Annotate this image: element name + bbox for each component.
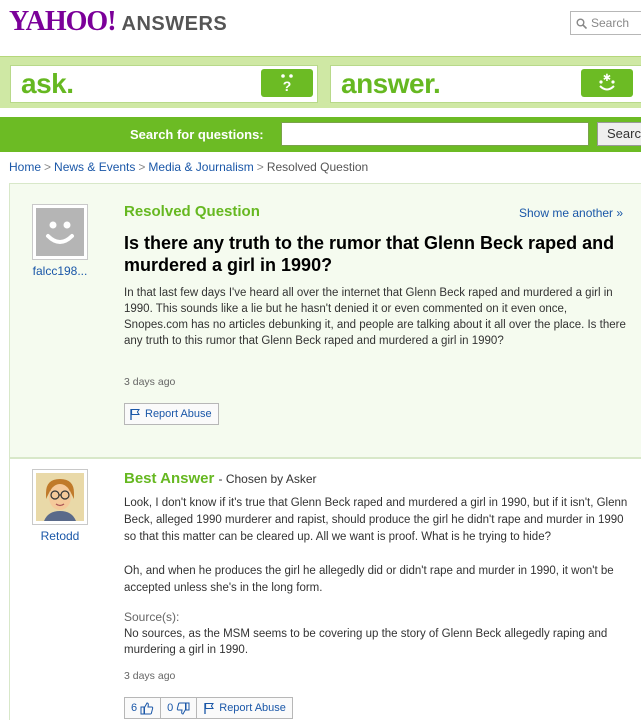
thumbs-down-button[interactable]: 0	[161, 698, 198, 718]
question-report-abuse-button[interactable]: Report Abuse	[124, 403, 219, 425]
question-timestamp: 3 days ago	[124, 376, 176, 388]
default-avatar-icon	[36, 208, 84, 256]
question-search-bar: Search for questions: Search	[0, 117, 641, 152]
breadcrumb-separator: >	[256, 160, 264, 174]
top-search-field[interactable]: Search	[570, 11, 641, 35]
thumbs-down-icon	[177, 702, 190, 715]
breadcrumb-media-journalism[interactable]: Media & Journalism	[148, 160, 253, 174]
breadcrumb-separator: >	[138, 160, 146, 174]
search-icon	[576, 18, 587, 29]
flag-icon	[204, 703, 215, 714]
thumbs-down-count: 0	[167, 702, 174, 714]
thumbs-up-icon	[140, 701, 154, 714]
resolved-question-heading: Resolved Question	[124, 203, 260, 220]
flag-icon	[130, 409, 140, 420]
question-mark-icon[interactable]: ?	[261, 69, 313, 97]
answer-report-abuse-button[interactable]: Report Abuse	[197, 698, 292, 718]
asker-avatar[interactable]	[32, 204, 88, 260]
search-button[interactable]: Search	[597, 122, 641, 146]
question-title: Is there any truth to the rumor that Gle…	[124, 233, 615, 275]
svg-text:?: ?	[283, 78, 292, 94]
answer-paragraph: Oh, and when he produces the girl he all…	[124, 565, 614, 594]
thumbs-up-count: 6	[131, 702, 138, 714]
answer-body: Look, I don't know if it's true that Gle…	[124, 495, 629, 614]
chosen-by-asker-label: - Chosen by Asker	[218, 472, 317, 486]
cartoon-avatar-icon	[36, 473, 84, 521]
report-abuse-label: Report Abuse	[219, 702, 286, 714]
ask-label: ask.	[21, 68, 74, 99]
svg-text:✱: ✱	[603, 73, 611, 84]
question-body: In that last few days I've heard all ove…	[124, 287, 626, 347]
report-abuse-label: Report Abuse	[145, 408, 212, 420]
answer-rating-bar: 6 0 Report Abuse	[124, 697, 293, 719]
breadcrumb: Home > News & Events > Media & Journalism > Re…	[9, 160, 368, 174]
smiley-star-icon[interactable]: ✱	[581, 69, 633, 97]
breadcrumb-news-events[interactable]: News & Events	[54, 160, 135, 174]
question-search-input[interactable]	[281, 122, 589, 146]
breadcrumb-home[interactable]: Home	[9, 160, 41, 174]
asker-name[interactable]: falcc198...	[18, 264, 102, 278]
top-search-placeholder: Search	[591, 16, 630, 30]
logo-yahoo-text: YAHOO!	[9, 6, 117, 37]
breadcrumb-separator: >	[44, 160, 52, 174]
answer-paragraph: Look, I don't know if it's true that Gle…	[124, 497, 628, 543]
answerer-avatar[interactable]	[32, 469, 88, 525]
show-another-link[interactable]: Show me another »	[519, 206, 623, 220]
best-answer-heading: Best Answer - Chosen by Asker	[124, 470, 317, 487]
best-answer-label: Best Answer	[124, 470, 215, 487]
ask-box[interactable]: ask. ?	[10, 65, 318, 103]
header: YAHOO! ANSWERS Search	[0, 0, 641, 46]
breadcrumb-current: Resolved Question	[266, 160, 369, 174]
yahoo-answers-logo[interactable]: YAHOO! ANSWERS	[9, 6, 227, 38]
ask-answer-band: ask. ? answer. ✱	[0, 56, 641, 108]
answer-label: answer.	[341, 68, 441, 99]
logo-answers-text: ANSWERS	[121, 13, 228, 35]
answer-timestamp: 3 days ago	[124, 670, 176, 682]
sources-label: Source(s):	[124, 610, 180, 624]
sources-text: No sources, as the MSM seems to be cover…	[124, 628, 608, 656]
thumbs-up-button[interactable]: 6	[125, 698, 162, 718]
answerer-name[interactable]: Retodd	[18, 529, 102, 543]
answer-box[interactable]: answer. ✱	[330, 65, 641, 103]
search-label: Search for questions:	[130, 127, 264, 142]
